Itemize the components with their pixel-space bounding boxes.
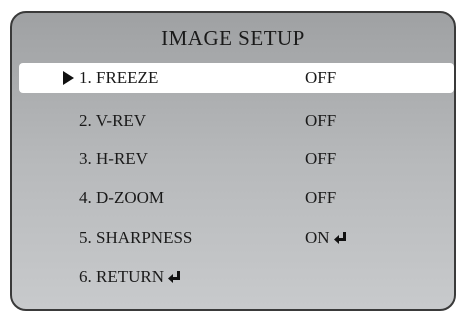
osd-menu-panel: IMAGE SETUP 1. FREEZE OFF 2. V-REV OFF 3… bbox=[10, 11, 456, 311]
menu-item-label: 5. SHARPNESS bbox=[79, 228, 193, 247]
menu-item-h-rev[interactable]: 3. H-REV OFF bbox=[12, 144, 454, 174]
menu-item-v-rev[interactable]: 2. V-REV OFF bbox=[12, 106, 454, 136]
menu-item-label: 2. V-REV bbox=[79, 111, 147, 130]
menu-item-label: 3. H-REV bbox=[79, 149, 148, 168]
menu-item-value: OFF bbox=[305, 111, 337, 130]
menu-item-label: 1. FREEZE bbox=[79, 68, 159, 87]
menu-item-sharpness[interactable]: 5. SHARPNESS ON bbox=[12, 223, 454, 253]
enter-icon bbox=[168, 271, 181, 283]
menu-item-value: OFF bbox=[305, 68, 337, 87]
menu-item-label: 6. RETURN bbox=[79, 267, 181, 287]
enter-icon bbox=[333, 232, 347, 244]
menu-item-d-zoom[interactable]: 4. D-ZOOM OFF bbox=[12, 183, 454, 213]
sharpness-value-text: ON bbox=[305, 228, 330, 247]
menu-item-return[interactable]: 6. RETURN bbox=[12, 262, 454, 292]
menu-item-freeze[interactable]: 1. FREEZE OFF bbox=[19, 63, 454, 93]
selection-pointer-icon bbox=[63, 71, 74, 85]
return-label-text: 6. RETURN bbox=[79, 267, 164, 286]
menu-item-value: ON bbox=[305, 228, 347, 248]
menu-item-label: 4. D-ZOOM bbox=[79, 188, 164, 207]
menu-item-value: OFF bbox=[305, 188, 337, 207]
menu-item-value: OFF bbox=[305, 149, 337, 168]
menu-title: IMAGE SETUP bbox=[161, 26, 305, 50]
